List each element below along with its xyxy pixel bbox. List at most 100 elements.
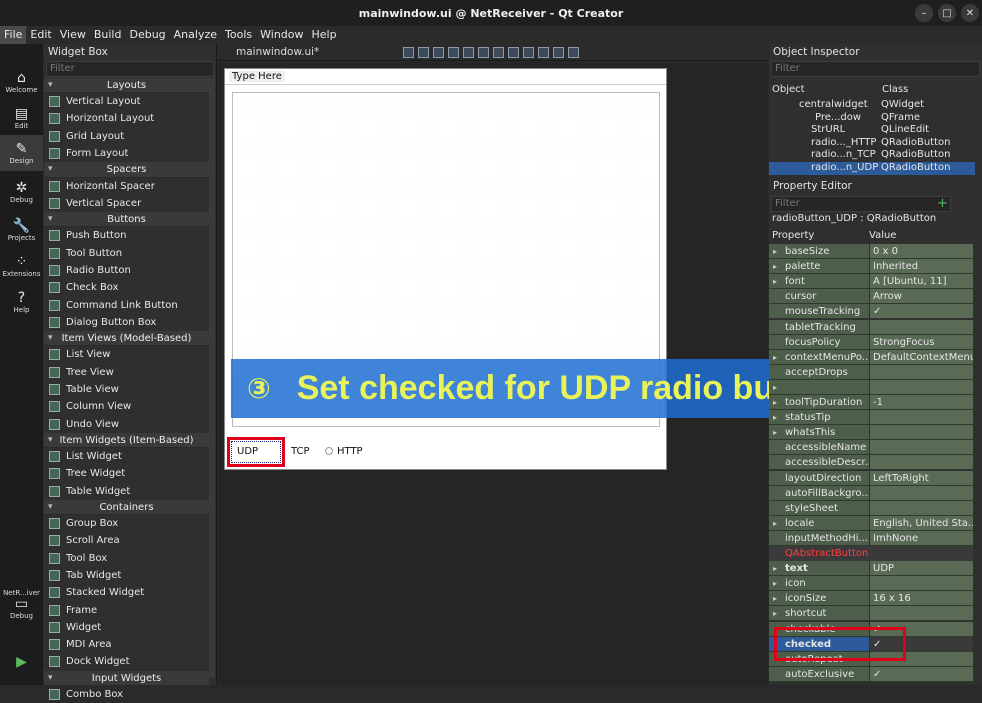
maximize-button[interactable]: □ bbox=[938, 4, 956, 22]
editor-file-name[interactable]: mainwindow.ui* bbox=[236, 46, 319, 58]
property-row[interactable]: cursor Arrow bbox=[769, 289, 973, 305]
widget-category[interactable]: Containers bbox=[44, 499, 209, 516]
widget-item[interactable]: Dock Widget bbox=[44, 653, 209, 670]
widget-item[interactable]: Check Box bbox=[44, 279, 209, 296]
mode-design[interactable]: ✎ Design bbox=[0, 135, 43, 171]
property-row[interactable]: inputMethodHi... ImhNone bbox=[769, 530, 973, 546]
mode-welcome[interactable]: ⌂ Welcome bbox=[0, 64, 43, 100]
menu-file[interactable]: File bbox=[0, 26, 27, 44]
layout-icon[interactable] bbox=[433, 46, 445, 58]
property-row[interactable]: contextMenuPo...DefaultContextMenu bbox=[769, 349, 973, 365]
property-row[interactable]: tabletTracking bbox=[769, 319, 973, 335]
widget-category[interactable]: Item Widgets (Item-Based) bbox=[44, 432, 209, 448]
widget-category[interactable]: Buttons bbox=[44, 212, 209, 228]
widget-item[interactable]: Undo View bbox=[44, 416, 209, 433]
widget-item[interactable]: Frame bbox=[44, 602, 209, 619]
property-row[interactable]: baseSize0 x 0 bbox=[769, 244, 973, 260]
widget-item[interactable]: Command Link Button bbox=[44, 297, 209, 314]
close-button[interactable]: ✕ bbox=[961, 4, 979, 22]
property-row[interactable]: paletteInherited bbox=[769, 259, 973, 275]
widget-category[interactable]: Spacers bbox=[44, 162, 209, 178]
property-row[interactable] bbox=[769, 379, 973, 395]
layout-icon[interactable] bbox=[568, 46, 580, 58]
menu-tools[interactable]: Tools bbox=[221, 26, 256, 44]
widget-item[interactable]: Dialog Button Box bbox=[44, 314, 209, 331]
property-row[interactable]: iconSize16 x 16 bbox=[769, 591, 973, 607]
property-row[interactable]: icon bbox=[769, 576, 973, 592]
property-row[interactable]: focusPolicy StrongFocus bbox=[769, 334, 973, 350]
layout-icon[interactable] bbox=[508, 46, 520, 58]
widget-item[interactable]: List View bbox=[44, 346, 209, 363]
property-row[interactable]: shortcut bbox=[769, 606, 973, 622]
menu-build[interactable]: Build bbox=[90, 26, 126, 44]
object-inspector-filter-input[interactable]: Filter bbox=[771, 61, 980, 77]
property-row[interactable]: accessibleName bbox=[769, 440, 973, 456]
widget-item[interactable]: Horizontal Spacer bbox=[44, 178, 209, 195]
layout-icon[interactable] bbox=[403, 46, 415, 58]
mode-extensions[interactable]: ⁘ Extensions bbox=[0, 248, 43, 284]
widget-item[interactable]: Column View bbox=[44, 398, 209, 415]
radio-tcp[interactable]: TCP bbox=[291, 444, 310, 458]
minimize-button[interactable]: – bbox=[915, 4, 933, 22]
menu-analyze[interactable]: Analyze bbox=[170, 26, 221, 44]
layout-icon[interactable] bbox=[523, 46, 535, 58]
property-editor-filter-input[interactable]: Filter bbox=[771, 196, 951, 212]
widget-item[interactable]: Scroll Area bbox=[44, 532, 209, 549]
mode-projects[interactable]: 🔧 Projects bbox=[0, 212, 43, 248]
mode-help[interactable]: ? Help bbox=[0, 284, 43, 320]
widget-item[interactable]: Table Widget bbox=[44, 483, 209, 500]
property-row[interactable]: autoExclusive ✓ bbox=[769, 666, 973, 682]
widget-item[interactable]: Widget bbox=[44, 619, 209, 636]
widget-item[interactable]: Stacked Widget bbox=[44, 584, 209, 601]
property-row[interactable]: accessibleDescr... bbox=[769, 455, 973, 471]
widget-item[interactable]: Tab Widget bbox=[44, 567, 209, 584]
object-tree-row[interactable]: Pre...dow QFrame bbox=[769, 112, 975, 125]
widget-item[interactable]: Tool Button bbox=[44, 245, 209, 262]
property-row[interactable]: styleSheet bbox=[769, 500, 973, 516]
run-button[interactable]: ▶ bbox=[0, 644, 43, 680]
widget-item[interactable]: MDI Area bbox=[44, 636, 209, 653]
property-row[interactable]: acceptDrops bbox=[769, 364, 973, 380]
object-tree-row[interactable]: centralwidget QWidget bbox=[769, 99, 975, 112]
property-row[interactable]: whatsThis bbox=[769, 425, 973, 441]
widget-item[interactable]: Tool Box bbox=[44, 550, 209, 567]
mode-debug[interactable]: ✲ Debug bbox=[0, 174, 43, 210]
widget-item[interactable]: Combo Box bbox=[44, 686, 209, 703]
property-row[interactable]: statusTip bbox=[769, 410, 973, 426]
widget-item[interactable]: Tree Widget bbox=[44, 465, 209, 482]
layout-icon[interactable] bbox=[478, 46, 490, 58]
menu-window[interactable]: Window bbox=[256, 26, 307, 44]
widget-item[interactable]: Vertical Spacer bbox=[44, 195, 209, 212]
layout-icon[interactable] bbox=[553, 46, 565, 58]
object-tree-row[interactable]: radio...n_UDP QRadioButton bbox=[769, 162, 975, 175]
widget-item[interactable]: Table View bbox=[44, 381, 209, 398]
widget-category[interactable]: Item Views (Model-Based) bbox=[44, 331, 209, 347]
layout-icon[interactable] bbox=[418, 46, 430, 58]
add-icon[interactable]: + bbox=[937, 196, 948, 211]
property-row[interactable]: autoFillBackgro... bbox=[769, 485, 973, 501]
widget-box-filter-input[interactable]: Filter bbox=[46, 61, 214, 77]
menu-edit[interactable]: Edit bbox=[26, 26, 55, 44]
widget-box-scrollbar[interactable] bbox=[209, 78, 215, 678]
widget-item[interactable]: Horizontal Layout bbox=[44, 110, 209, 127]
widget-item[interactable]: Grid Layout bbox=[44, 128, 209, 145]
property-row[interactable]: textUDP bbox=[769, 561, 973, 577]
widget-category[interactable]: Layouts bbox=[44, 78, 209, 94]
menu-type-here[interactable]: Type Here bbox=[229, 71, 285, 82]
property-row[interactable]: mouseTracking ✓ bbox=[769, 304, 973, 320]
layout-icon[interactable] bbox=[538, 46, 550, 58]
property-row[interactable]: fontA [Ubuntu, 11] bbox=[769, 274, 973, 290]
mode-edit[interactable]: ▤ Edit bbox=[0, 100, 43, 136]
property-row[interactable]: toolTipDuration-1 bbox=[769, 395, 973, 411]
widget-item[interactable]: Push Button bbox=[44, 227, 209, 244]
widget-item[interactable]: Form Layout bbox=[44, 145, 209, 162]
property-group-qabstractbutton[interactable]: QAbstractButton bbox=[769, 546, 973, 561]
object-tree-row[interactable]: StrURL QLineEdit bbox=[769, 124, 975, 137]
radio-http[interactable]: HTTP bbox=[325, 444, 363, 458]
menu-view[interactable]: View bbox=[56, 26, 90, 44]
menu-help[interactable]: Help bbox=[308, 26, 341, 44]
object-tree-row[interactable]: radio...n_TCP QRadioButton bbox=[769, 149, 975, 162]
kit-selector[interactable]: NetR...iver ▭ Debug bbox=[0, 586, 43, 622]
property-row[interactable]: localeEnglish, United Sta... bbox=[769, 515, 973, 531]
property-row[interactable]: layoutDirection LeftToRight bbox=[769, 470, 973, 486]
